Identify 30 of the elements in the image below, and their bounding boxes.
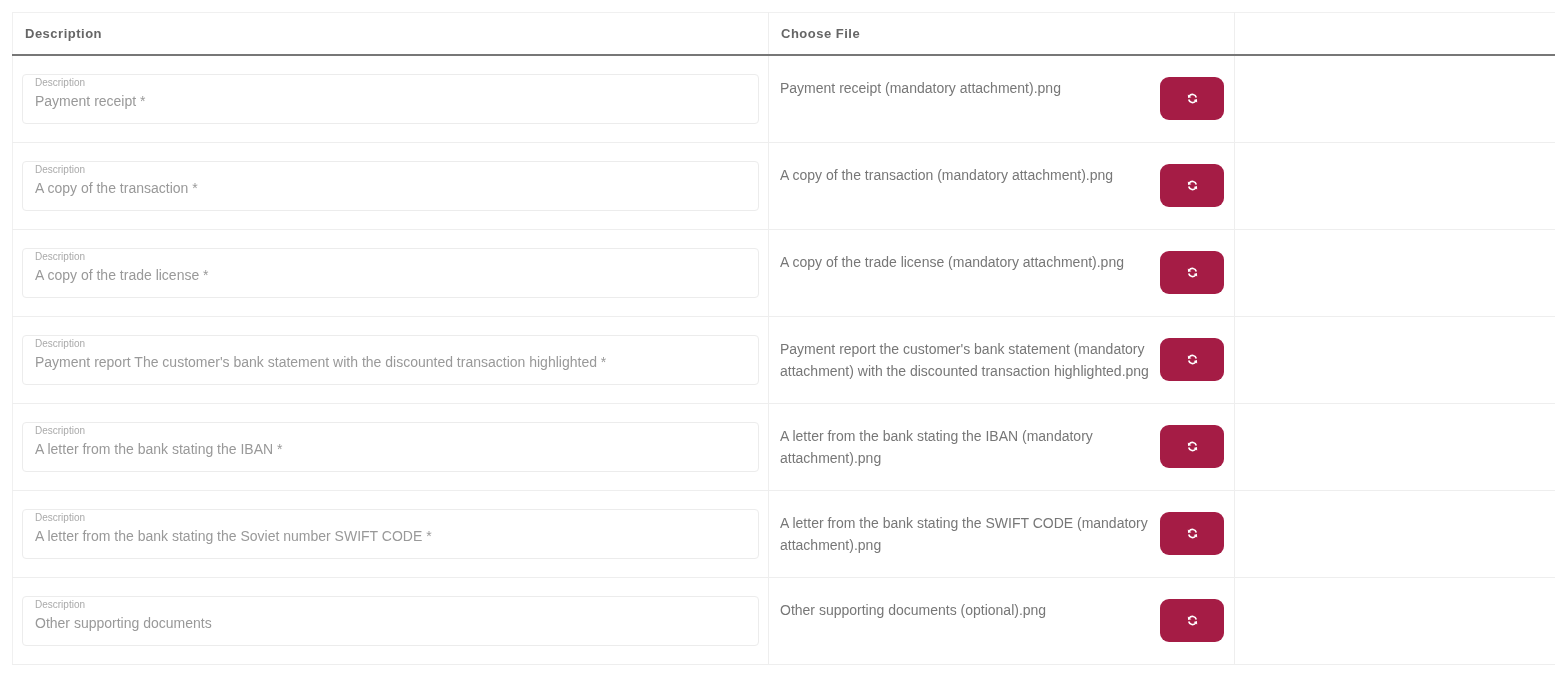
column-header: Choose File bbox=[781, 25, 861, 41]
refresh-icon bbox=[1186, 267, 1198, 278]
description-field[interactable]: Description A letter from the bank stating the Soviet number SWIFT CODE * bbox=[22, 508, 759, 559]
file-name: A letter from the bank stating the IBAN (mandatory attachment).png bbox=[780, 426, 1094, 468]
refresh-icon bbox=[1186, 353, 1198, 365]
file-name: A copy of the transaction (mandatory attachment).png bbox=[780, 166, 1115, 185]
replace-file-button[interactable] bbox=[1160, 337, 1224, 381]
description-field[interactable]: Description Payment receipt * bbox=[22, 73, 759, 124]
replace-file-button[interactable] bbox=[1160, 164, 1224, 207]
file-name: Payment report the customer's bank statement (mandatory attachment) with the discounted transaction highlighted.png bbox=[780, 339, 1150, 381]
column-header: Description bbox=[25, 25, 102, 41]
replace-file-button[interactable] bbox=[1160, 77, 1224, 120]
refresh-icon bbox=[1186, 440, 1198, 452]
replace-file-button[interactable] bbox=[1160, 424, 1224, 468]
file-name: A copy of the trade license (mandatory attachment).png bbox=[780, 253, 1125, 272]
description-field[interactable]: Description Payment report The customer's bank statement with the discounted transaction highlighted * bbox=[22, 334, 759, 385]
file-name: A letter from the bank stating the SWIFT CODE (mandatory attachment).png bbox=[780, 513, 1149, 555]
refresh-icon bbox=[1186, 93, 1198, 104]
file-name: Other supporting documents (optional).png bbox=[780, 601, 1048, 620]
refresh-icon bbox=[1186, 180, 1198, 191]
refresh-icon bbox=[1186, 527, 1198, 539]
replace-file-button[interactable] bbox=[1160, 511, 1224, 555]
file-name: Payment receipt (mandatory attachment).png bbox=[780, 79, 1062, 98]
description-field[interactable]: Description Other supporting documents bbox=[22, 595, 759, 646]
replace-file-button[interactable] bbox=[1160, 599, 1224, 642]
description-field[interactable]: Description A copy of the trade license * bbox=[22, 247, 759, 298]
refresh-icon bbox=[1186, 615, 1198, 626]
description-field[interactable]: Description A letter from the bank stating the IBAN * bbox=[22, 421, 759, 472]
replace-file-button[interactable] bbox=[1160, 251, 1224, 294]
description-field[interactable]: Description A copy of the transaction * bbox=[22, 160, 759, 211]
